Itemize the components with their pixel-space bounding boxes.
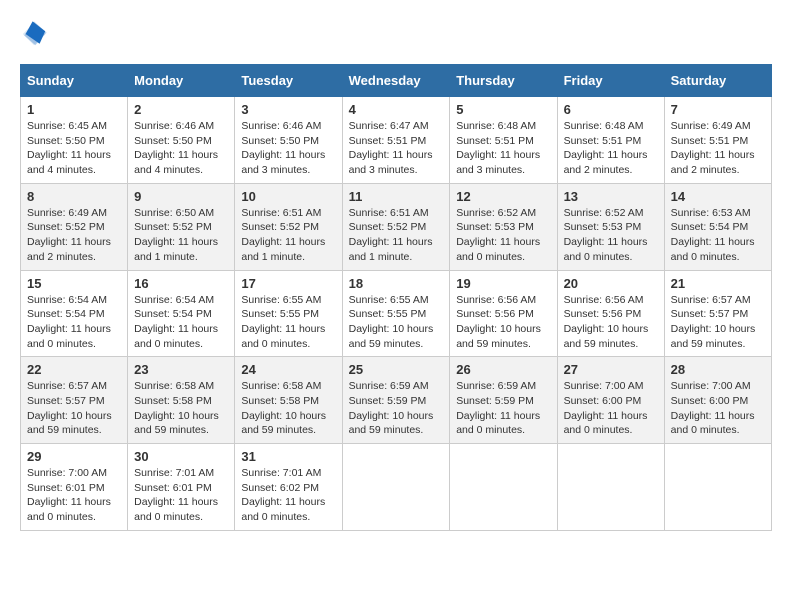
table-row: 22Sunrise: 6:57 AMSunset: 5:57 PMDayligh… xyxy=(21,357,128,444)
table-row: 29Sunrise: 7:00 AMSunset: 6:01 PMDayligh… xyxy=(21,444,128,531)
calendar-week-5: 29Sunrise: 7:00 AMSunset: 6:01 PMDayligh… xyxy=(21,444,772,531)
table-row: 14Sunrise: 6:53 AMSunset: 5:54 PMDayligh… xyxy=(664,183,771,270)
table-row: 23Sunrise: 6:58 AMSunset: 5:58 PMDayligh… xyxy=(128,357,235,444)
table-row: 30Sunrise: 7:01 AMSunset: 6:01 PMDayligh… xyxy=(128,444,235,531)
table-row: 6Sunrise: 6:48 AMSunset: 5:51 PMDaylight… xyxy=(557,97,664,184)
table-row: 17Sunrise: 6:55 AMSunset: 5:55 PMDayligh… xyxy=(235,270,342,357)
table-row: 15Sunrise: 6:54 AMSunset: 5:54 PMDayligh… xyxy=(21,270,128,357)
table-row: 20Sunrise: 6:56 AMSunset: 5:56 PMDayligh… xyxy=(557,270,664,357)
calendar-week-2: 8Sunrise: 6:49 AMSunset: 5:52 PMDaylight… xyxy=(21,183,772,270)
table-row: 18Sunrise: 6:55 AMSunset: 5:55 PMDayligh… xyxy=(342,270,450,357)
column-header-sunday: Sunday xyxy=(21,65,128,97)
table-row: 1Sunrise: 6:45 AMSunset: 5:50 PMDaylight… xyxy=(21,97,128,184)
table-row: 16Sunrise: 6:54 AMSunset: 5:54 PMDayligh… xyxy=(128,270,235,357)
table-row: 27Sunrise: 7:00 AMSunset: 6:00 PMDayligh… xyxy=(557,357,664,444)
table-row: 19Sunrise: 6:56 AMSunset: 5:56 PMDayligh… xyxy=(450,270,557,357)
column-header-monday: Monday xyxy=(128,65,235,97)
calendar-week-1: 1Sunrise: 6:45 AMSunset: 5:50 PMDaylight… xyxy=(21,97,772,184)
column-header-friday: Friday xyxy=(557,65,664,97)
column-header-thursday: Thursday xyxy=(450,65,557,97)
header xyxy=(20,20,772,48)
table-row: 3Sunrise: 6:46 AMSunset: 5:50 PMDaylight… xyxy=(235,97,342,184)
column-header-tuesday: Tuesday xyxy=(235,65,342,97)
table-row: 11Sunrise: 6:51 AMSunset: 5:52 PMDayligh… xyxy=(342,183,450,270)
table-row: 28Sunrise: 7:00 AMSunset: 6:00 PMDayligh… xyxy=(664,357,771,444)
table-row xyxy=(557,444,664,531)
table-row xyxy=(342,444,450,531)
table-row: 21Sunrise: 6:57 AMSunset: 5:57 PMDayligh… xyxy=(664,270,771,357)
table-row: 2Sunrise: 6:46 AMSunset: 5:50 PMDaylight… xyxy=(128,97,235,184)
table-row: 31Sunrise: 7:01 AMSunset: 6:02 PMDayligh… xyxy=(235,444,342,531)
table-row: 9Sunrise: 6:50 AMSunset: 5:52 PMDaylight… xyxy=(128,183,235,270)
table-row: 24Sunrise: 6:58 AMSunset: 5:58 PMDayligh… xyxy=(235,357,342,444)
table-row: 7Sunrise: 6:49 AMSunset: 5:51 PMDaylight… xyxy=(664,97,771,184)
table-row: 5Sunrise: 6:48 AMSunset: 5:51 PMDaylight… xyxy=(450,97,557,184)
table-row: 8Sunrise: 6:49 AMSunset: 5:52 PMDaylight… xyxy=(21,183,128,270)
table-row: 13Sunrise: 6:52 AMSunset: 5:53 PMDayligh… xyxy=(557,183,664,270)
table-row: 12Sunrise: 6:52 AMSunset: 5:53 PMDayligh… xyxy=(450,183,557,270)
calendar-week-3: 15Sunrise: 6:54 AMSunset: 5:54 PMDayligh… xyxy=(21,270,772,357)
table-row: 25Sunrise: 6:59 AMSunset: 5:59 PMDayligh… xyxy=(342,357,450,444)
table-row xyxy=(450,444,557,531)
table-row: 10Sunrise: 6:51 AMSunset: 5:52 PMDayligh… xyxy=(235,183,342,270)
calendar-header-row: SundayMondayTuesdayWednesdayThursdayFrid… xyxy=(21,65,772,97)
logo-icon xyxy=(20,20,48,48)
table-row: 4Sunrise: 6:47 AMSunset: 5:51 PMDaylight… xyxy=(342,97,450,184)
table-row: 26Sunrise: 6:59 AMSunset: 5:59 PMDayligh… xyxy=(450,357,557,444)
column-header-saturday: Saturday xyxy=(664,65,771,97)
table-row xyxy=(664,444,771,531)
calendar-week-4: 22Sunrise: 6:57 AMSunset: 5:57 PMDayligh… xyxy=(21,357,772,444)
logo xyxy=(20,20,52,48)
column-header-wednesday: Wednesday xyxy=(342,65,450,97)
calendar-table: SundayMondayTuesdayWednesdayThursdayFrid… xyxy=(20,64,772,531)
